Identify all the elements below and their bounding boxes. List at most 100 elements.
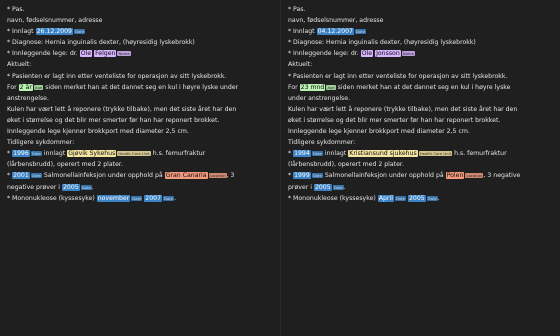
history-text: h.s. femurfraktur [150,150,206,158]
date-entity-tag: Date [74,29,86,35]
history-text: innlagt [41,150,68,158]
body-line: øket i størrelse og det blir mer smerter… [288,116,501,124]
body-line: anstrengelse. [7,94,49,102]
date-entity-tag: Date [30,173,42,179]
date-entity-tag: Date [355,29,367,35]
date-entity-tag: Date [80,184,92,190]
history-item: prøver i 2005 Date. [288,182,560,193]
body-line: Innleggende lege kjenner brokkport med d… [7,128,189,136]
history-text: prøver i [288,183,314,191]
date-entity-tag: Date [30,151,42,157]
date-entity[interactable]: 1996 [12,150,30,158]
history-item: * 2001 Date Salmonellainfeksjon under opp… [7,170,280,181]
doctor-label: * Innleggende lege: dr. [288,50,361,58]
annotation-comparison: * Pas. navn, fødselsnummer, adresse * In… [0,0,560,336]
date-entity[interactable]: 2007 [144,194,163,202]
history-text: h.s. femurfraktur [452,150,507,158]
current-heading: Aktuelt: [288,61,313,69]
location-entity-tag: Location [208,173,227,179]
body-line: øket i størrelse og det blir mer smerter… [7,116,220,124]
age-line-suffix: siden merket han at det dannet seg en ku… [43,83,239,91]
history-text: , 3 negative [483,172,521,180]
date-entity-tag: Date [426,195,438,201]
history-text: . [343,183,346,191]
date-entity[interactable]: 1999 [293,172,311,180]
history-text: negative prøver i [7,183,62,191]
body-line: under anstrengelse. [288,94,351,102]
history-item: * Mononukleose (kyssesyke) november Date … [7,193,280,204]
left-document-panel: * Pas. navn, fødselsnummer, adresse * In… [0,0,280,336]
age-line: For 2 år Age siden merket han at det dann… [7,82,280,93]
date-entity-tag: Date [163,195,175,201]
age-line-suffix: siden merket han at det dannet seg en ku… [335,83,511,91]
body-line: * Pasienten er lagt inn etter venteliste… [7,72,227,80]
body-line: Innleggende lege kjenner brokkport med d… [288,128,470,136]
admission-line: * Innlagt 26.12.2009 Date [7,26,280,37]
history-item: * Mononukleose (kyssesyke) April Date 200… [288,193,560,204]
age-line-prefix: For [7,83,19,91]
name-entity-first[interactable]: Ole [360,50,374,58]
name-entity-last[interactable]: Jonsson [375,50,401,58]
history-item: * 1999 Date Salmonellainfeksjon under opp… [288,170,560,181]
history-item: * 1996 Date innlagt Gjøvik Sykehus Health … [7,148,280,159]
age-entity-tag: Age [33,84,44,90]
date-entity[interactable]: 04.12.2007 [316,28,354,36]
date-entity[interactable]: 1994 [293,150,311,158]
date-entity[interactable]: April [377,194,394,202]
age-line-prefix: For [288,83,300,91]
patient-details-line: navn, fødselsnummer, adresse [7,17,103,25]
admission-line: * Innlagt 04.12.2007 Date [288,26,560,37]
date-entity[interactable]: 2005 [313,183,332,191]
date-entity-tag: Date [394,195,406,201]
date-entity[interactable]: 2005 [61,183,80,191]
age-entity[interactable]: 2 år [18,83,33,91]
doctor-label: * Innleggende lege: dr. [7,50,80,58]
history-text: . [91,183,94,191]
patient-line: * Pas. [288,6,306,13]
history-heading: Tidligere sykdommer: [288,139,356,147]
patient-details-line: navn, fødselsnummer, adresse [288,17,384,25]
history-text: Salmonellainfeksjon under opphold på [322,172,446,180]
date-entity-tag: Date [131,195,143,201]
name-entity-tag: Name [401,51,415,57]
body-line: (lårbensbrudd), operert med 2 plater. [288,161,404,169]
date-entity[interactable]: 2005 [407,194,426,202]
current-heading: Aktuelt: [7,61,32,69]
date-entity[interactable]: 26.12.2009 [35,28,73,36]
history-item: * 1994 Date innlagt Kristiansund sjukehus… [288,148,560,159]
health-care-unit-tag: Health Care Unit [117,151,151,157]
date-entity[interactable]: november [96,194,131,202]
name-entity-first[interactable]: Ole [79,50,93,58]
name-entity-tag: Name [117,51,131,57]
history-heading: Tidligere sykdommer: [7,139,75,147]
body-line: Kulen har vært lett å reponere (trykke t… [288,105,518,113]
health-care-unit-entity[interactable]: Kristiansund sjukehus [348,150,418,158]
date-entity-tag: Date [332,184,344,190]
location-entity[interactable]: Polen [445,172,465,180]
health-care-unit-tag: Health Care Unit [418,151,453,157]
date-entity-tag: Date [311,151,323,157]
history-text: Salmonellainfeksjon under opphold på [41,172,165,180]
age-entity-tag: Age [326,84,336,90]
age-entity[interactable]: 23 mnd [299,83,326,91]
date-entity-tag: Date [311,173,323,179]
history-text: * Mononukleose (kyssesyke) [7,194,97,202]
history-text: . [174,194,177,202]
location-entity-tag: Location [465,173,484,179]
history-text: , 3 [226,172,235,180]
health-care-unit-entity[interactable]: Gjøvik Sykehus [67,150,117,158]
referring-doctor-line: * Innleggende lege: dr. Ole Jonsson Name [288,48,560,59]
location-entity[interactable]: Gran Canaria [164,172,208,180]
age-line: For 23 mnd Age siden merket han at det da… [288,82,560,93]
date-entity[interactable]: 2001 [12,172,30,180]
diagnosis-line: * Diagnose: Hernia inguinalis dexter, (h… [288,39,476,47]
name-entity-last[interactable]: Felgen [94,50,117,58]
history-text: . [437,194,440,202]
history-item: negative prøver i 2005 Date. [7,182,280,193]
body-line: Kulen har vært lett å reponere (trykke t… [7,105,237,113]
right-document-panel: * Pas. navn, fødselsnummer, adresse * In… [280,0,560,336]
referring-doctor-line: * Innleggende lege: dr. Ole Felgen Name [7,48,280,59]
body-line: * Pasienten er lagt inn etter venteliste… [288,72,508,80]
history-text: innlagt [322,150,349,158]
history-text: * Mononukleose (kyssesyke) [288,194,378,202]
